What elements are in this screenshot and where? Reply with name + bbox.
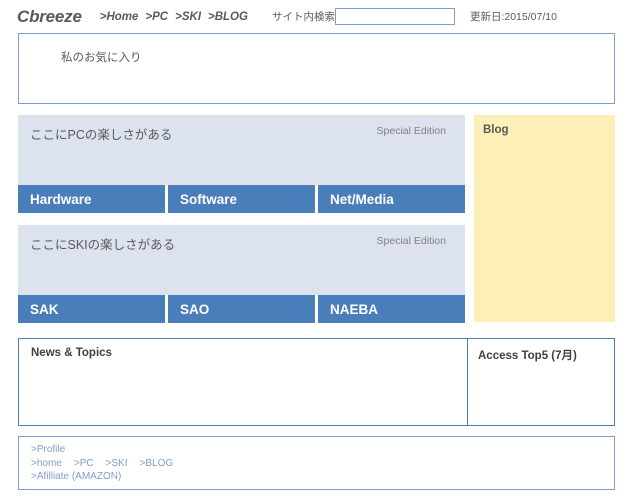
blog-sidebar-title: Blog <box>483 124 509 136</box>
access-top5-column: Access Top5 (7月) <box>468 339 614 425</box>
search-input[interactable] <box>334 8 455 25</box>
site-header: Cbreeze >Home >PC >SKI >BLOG サイト内検索 更新日:… <box>0 0 633 33</box>
nav-link-ski[interactable]: >SKI <box>175 11 201 23</box>
pc-section-buttons: Hardware Software Net/Media <box>18 185 465 213</box>
ski-button-naeba[interactable]: NAEBA <box>318 295 465 323</box>
footer-link-pc[interactable]: >PC <box>74 457 94 471</box>
pc-section-edition-label: Special Edition <box>376 125 446 137</box>
pc-button-net-media[interactable]: Net/Media <box>318 185 465 213</box>
pc-button-hardware[interactable]: Hardware <box>18 185 165 213</box>
blog-sidebar[interactable]: Blog <box>474 115 615 322</box>
nav-link-pc[interactable]: >PC <box>145 11 168 23</box>
footer-panel: >Profile >home >PC >SKI >BLOG >Afilliate… <box>18 436 615 490</box>
site-logo[interactable]: Cbreeze <box>17 7 82 27</box>
news-topics-column: News & Topics <box>19 339 468 425</box>
ski-section: ここにSKIの楽しさがある Special Edition SAK SAO NA… <box>18 225 465 323</box>
news-topics-title: News & Topics <box>31 347 112 359</box>
ski-button-sak[interactable]: SAK <box>18 295 165 323</box>
footer-link-blog[interactable]: >BLOG <box>140 457 174 471</box>
news-and-access-panel: News & Topics Access Top5 (7月) <box>18 338 615 426</box>
pc-button-software[interactable]: Software <box>168 185 315 213</box>
site-search: サイト内検索 <box>272 8 455 25</box>
ski-section-banner: ここにSKIの楽しさがある Special Edition <box>18 225 465 295</box>
last-updated-date: 更新日:2015/07/10 <box>469 11 557 23</box>
ski-section-heading: ここにSKIの楽しさがある <box>30 238 176 252</box>
pc-section: ここにPCの楽しさがある Special Edition Hardware So… <box>18 115 465 213</box>
footer-link-profile[interactable]: >Profile <box>31 443 614 457</box>
ski-button-sao[interactable]: SAO <box>168 295 315 323</box>
favorites-title: 私のお気に入り <box>61 52 142 64</box>
ski-section-buttons: SAK SAO NAEBA <box>18 295 465 323</box>
footer-link-ski[interactable]: >SKI <box>106 457 128 471</box>
footer-link-affiliate[interactable]: >Afilliate (AMAZON) <box>31 470 614 484</box>
footer-link-home[interactable]: >home <box>31 457 62 471</box>
ski-section-edition-label: Special Edition <box>376 235 446 247</box>
nav-link-home[interactable]: >Home <box>100 11 139 23</box>
main-navigation: >Home >PC >SKI >BLOG <box>100 11 248 23</box>
search-label: サイト内検索 <box>271 11 335 23</box>
favorites-panel: 私のお気に入り <box>18 33 615 104</box>
footer-navigation: >home >PC >SKI >BLOG <box>31 457 614 471</box>
pc-section-heading: ここにPCの楽しさがある <box>30 128 173 142</box>
pc-section-banner: ここにPCの楽しさがある Special Edition <box>18 115 465 185</box>
access-top5-title: Access Top5 (7月) <box>478 350 577 362</box>
nav-link-blog[interactable]: >BLOG <box>208 11 248 23</box>
